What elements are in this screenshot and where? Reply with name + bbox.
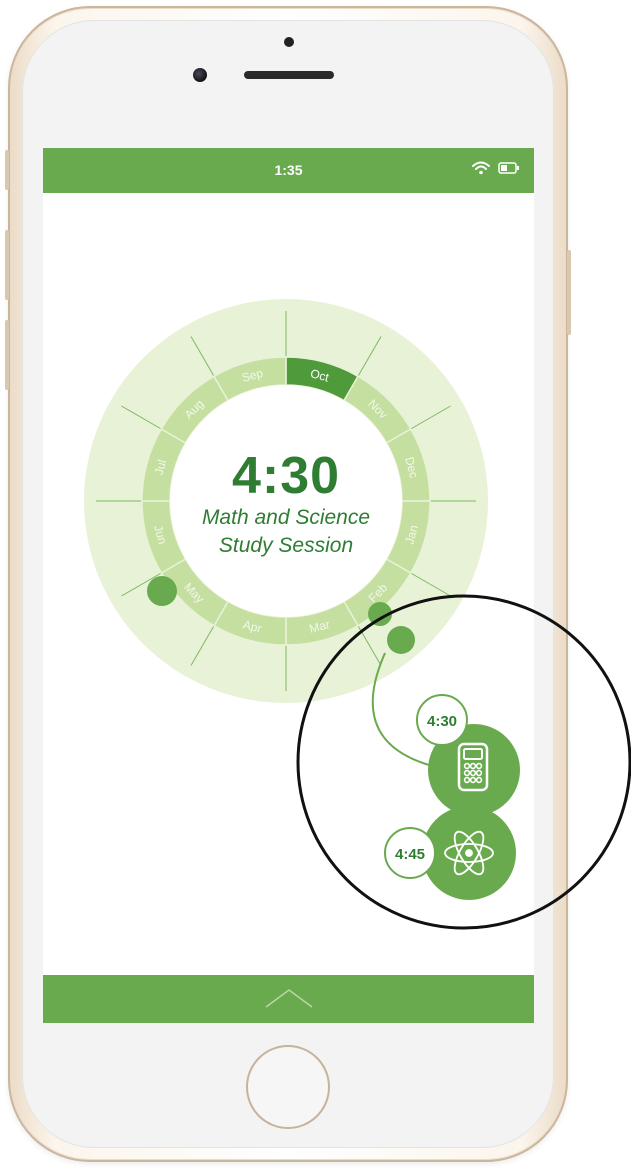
session-title-line-2: Study Session (218, 534, 354, 557)
app-screen: 1:35 Oct Nov Dec Jan Feb Mar Apr May Jun Jul Aug Se… (43, 148, 534, 1023)
month-wheel: OctNovDecJanFebMarAprMayJunJulAugSep 4:3… (84, 299, 520, 900)
session-title-line-1: Math and Science (201, 506, 371, 529)
home-button[interactable] (246, 1045, 330, 1129)
volume-down-button (5, 320, 9, 390)
event-time-2: 4:45 (395, 846, 425, 863)
bottom-bar[interactable] (43, 975, 534, 1023)
wheel-marker-right[interactable] (368, 602, 392, 626)
wheel-marker-left[interactable] (147, 576, 177, 606)
power-button (567, 250, 571, 335)
earpiece-speaker (244, 71, 334, 79)
chevron-up-icon[interactable] (264, 987, 314, 1009)
front-camera (193, 68, 207, 82)
volume-up-button (5, 230, 9, 300)
session-title: Math and Science Study Session (161, 504, 411, 560)
session-time: 4:30 (231, 447, 341, 505)
proximity-sensor (284, 37, 294, 47)
event-time-1: 4:30 (427, 713, 457, 730)
mute-switch (5, 150, 9, 190)
timeline-start-dot[interactable] (387, 626, 415, 654)
